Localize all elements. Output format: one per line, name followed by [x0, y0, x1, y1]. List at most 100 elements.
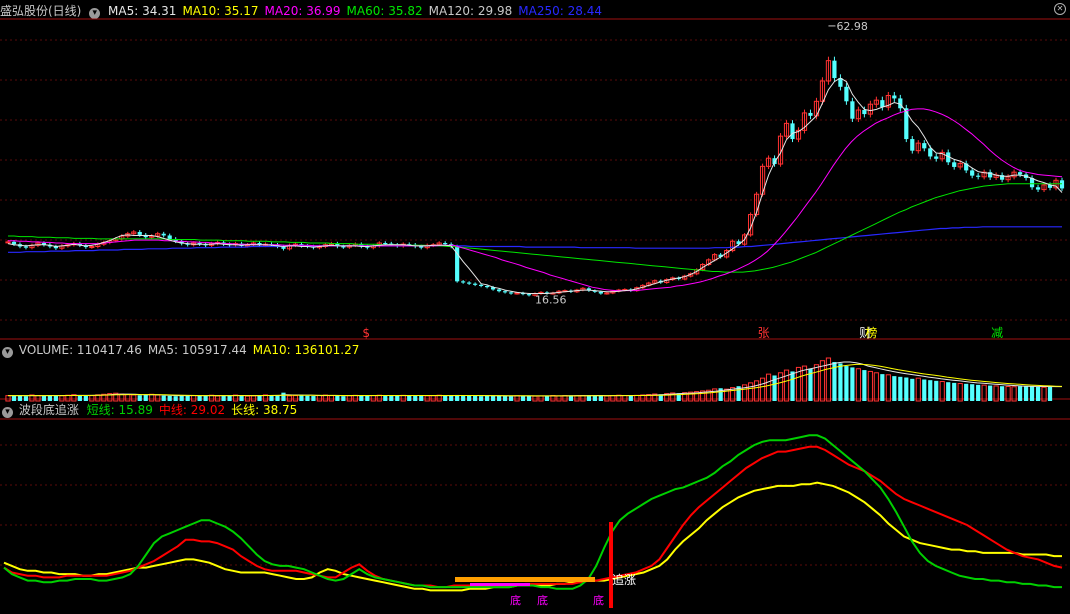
volume-bar: [526, 395, 532, 401]
candle-up: [514, 292, 520, 295]
volume-bar: [928, 380, 933, 401]
volume-bar: [844, 366, 849, 401]
candle-down: [526, 294, 532, 296]
candle-down: [161, 233, 166, 236]
candle-down: [850, 101, 855, 119]
volume-bar: [167, 395, 172, 401]
chase-signal-label: 追涨: [612, 572, 636, 587]
volume-bar: [892, 376, 897, 401]
candle-down: [383, 243, 388, 245]
volume-bar: [83, 395, 88, 401]
volume-bar: [759, 377, 766, 402]
volume-bar: [316, 394, 323, 402]
candle-down: [502, 291, 508, 293]
volume-bar: [813, 364, 820, 402]
bottom-zone-band: [470, 583, 530, 586]
volume-bar: [269, 395, 274, 401]
volume-bar: [934, 380, 939, 401]
candle-down: [598, 291, 603, 294]
volume-bar: [855, 368, 861, 402]
candle-down: [910, 139, 915, 151]
volume-bar: [299, 395, 304, 401]
signal-marker: 榜: [865, 325, 877, 340]
volume-bar: [898, 376, 903, 401]
volume-bar: [556, 395, 562, 402]
candle-down: [844, 86, 849, 102]
bottom-mark: 底: [593, 593, 604, 607]
volume-bar: [227, 395, 232, 401]
volume-bar: [783, 369, 790, 402]
candle-down: [419, 246, 424, 248]
volume-bar: [634, 394, 640, 402]
volume-bar: [490, 395, 496, 401]
candle-down: [484, 285, 490, 288]
candle-down: [467, 282, 472, 284]
low-price-label: 16.56: [535, 294, 567, 307]
volume-bar: [544, 395, 550, 401]
candle-down: [928, 148, 933, 157]
volume-bar: [335, 395, 340, 401]
volume-bar: [221, 395, 226, 401]
volume-bar: [257, 395, 262, 401]
volume-bar: [946, 382, 951, 401]
volume-bar: [628, 395, 633, 401]
ma60-line: [8, 183, 1062, 273]
candle-down: [934, 156, 939, 159]
volume-bar: [191, 394, 197, 402]
volume-bar: [395, 395, 400, 401]
volume-bar: [400, 394, 406, 402]
volume-bar: [197, 395, 202, 401]
volume-bar: [185, 395, 190, 401]
candle-down: [832, 60, 837, 79]
volume-bar: [496, 395, 502, 401]
volume-bar: [131, 394, 137, 402]
volume-bar: [430, 395, 436, 402]
volume-bar: [885, 374, 891, 402]
candle-down: [862, 110, 867, 115]
volume-bar: [424, 395, 430, 402]
candle-down: [1059, 180, 1065, 189]
volume-bar: [838, 363, 843, 401]
volume-bar: [790, 371, 795, 401]
volume-bar: [17, 395, 23, 401]
candle-down: [1035, 187, 1041, 190]
volume-bar: [473, 395, 478, 401]
volume-bar: [155, 394, 161, 402]
volume-bar: [592, 395, 597, 401]
volume-bar: [484, 395, 490, 401]
volume-bar: [41, 395, 47, 401]
volume-bar: [311, 396, 316, 401]
volume-bar: [389, 396, 394, 401]
volume-bar: [1029, 386, 1035, 401]
volume-bar: [137, 395, 142, 401]
volume-bar: [610, 395, 616, 402]
candle-down: [479, 284, 484, 286]
volume-bar: [413, 395, 418, 401]
volume-bar: [370, 394, 376, 402]
volume-bar: [801, 365, 808, 402]
chart-canvas[interactable]: 62.9816.56$ 张财榜 减追涨底底底: [0, 0, 1070, 614]
candle-down: [137, 231, 142, 235]
volume-bar: [346, 395, 352, 402]
volume-bar: [598, 395, 603, 401]
volume-bar: [352, 394, 358, 402]
candle-down: [341, 246, 346, 248]
volume-bar: [467, 395, 472, 401]
candle-down: [443, 243, 448, 245]
volume-bar: [904, 377, 909, 401]
volume-bar: [275, 395, 280, 401]
volume-bar: [365, 395, 370, 401]
volume-bar: [305, 395, 310, 401]
candle-up: [5, 241, 11, 244]
volume-bar: [753, 380, 760, 402]
volume-bar: [508, 396, 514, 401]
candle-down: [508, 292, 514, 294]
volume-bar: [765, 373, 772, 402]
volume-bar: [1000, 386, 1005, 401]
candle-down: [23, 246, 29, 248]
volume-bar: [53, 395, 59, 401]
volume-bar: [970, 384, 975, 401]
volume-bar: [502, 396, 508, 401]
volume-bar: [867, 370, 873, 402]
candle-down: [976, 175, 981, 177]
